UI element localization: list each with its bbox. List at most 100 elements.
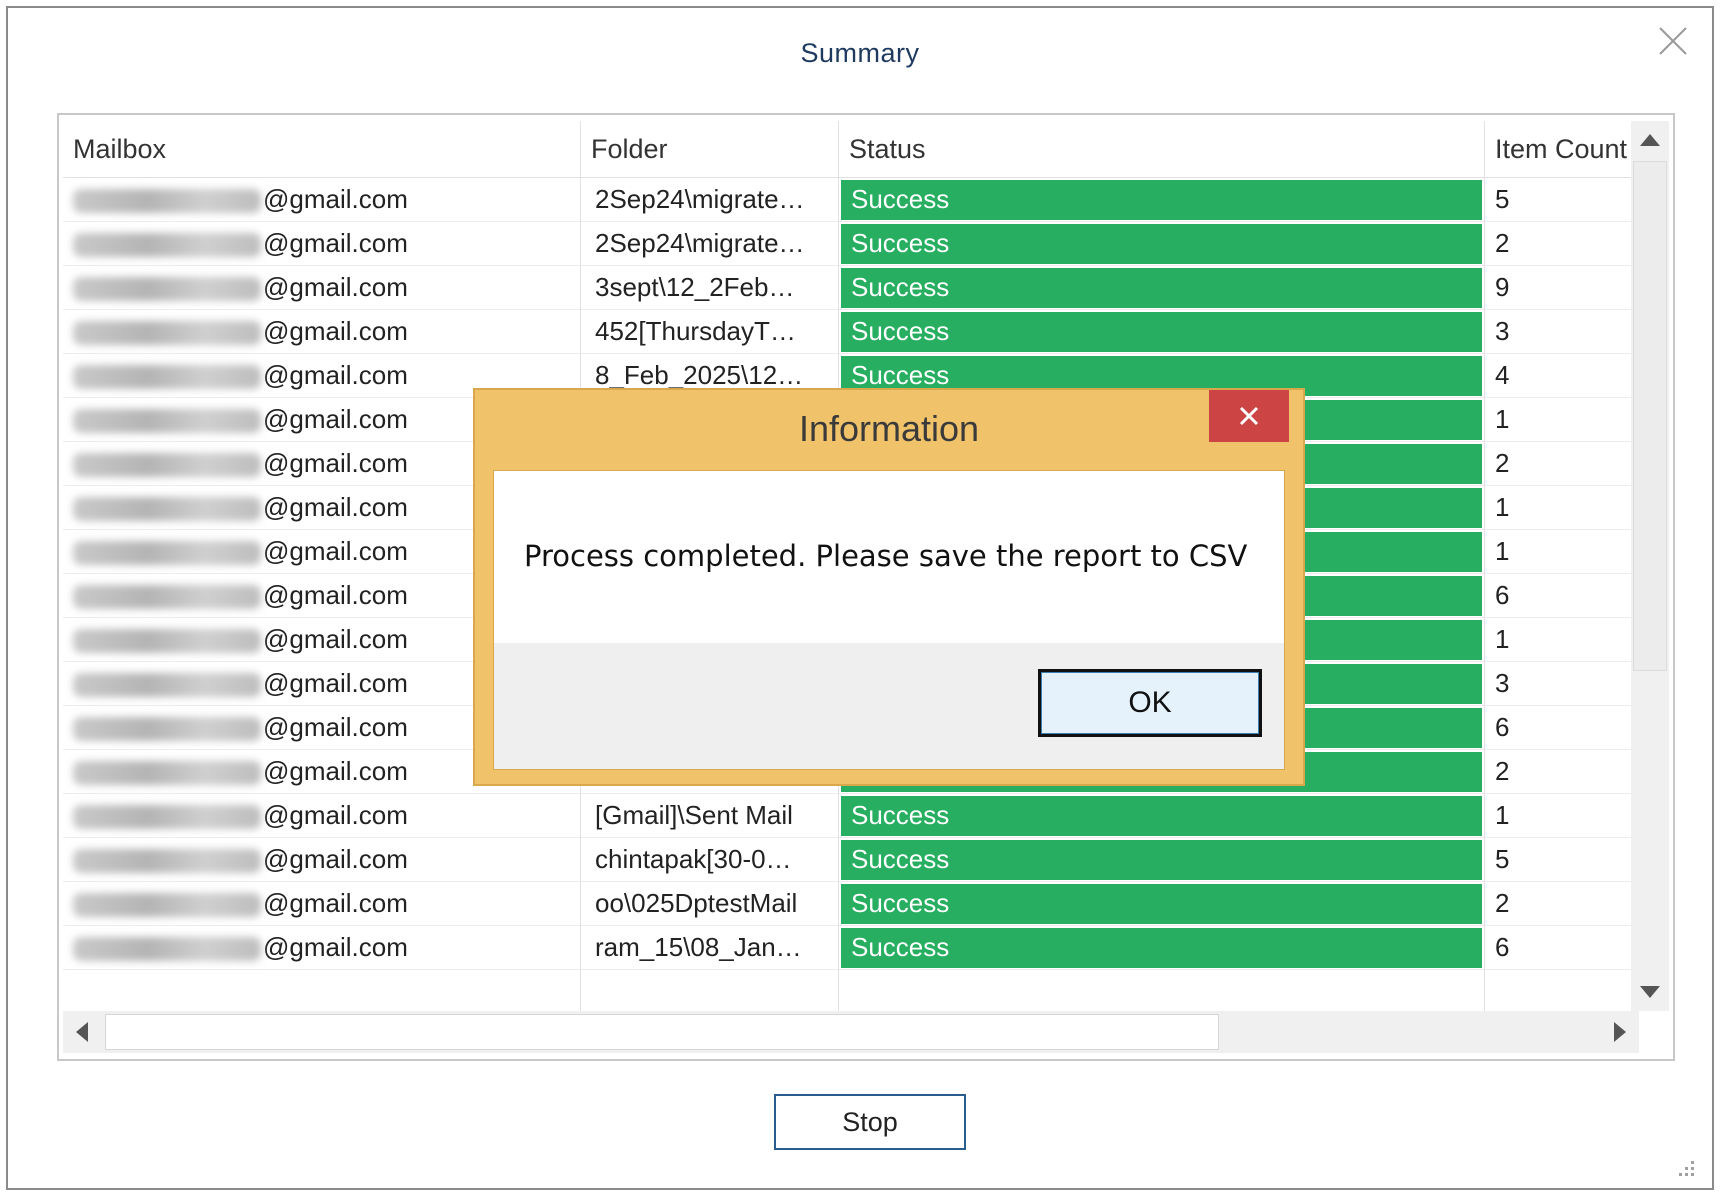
status-badge: Success xyxy=(841,840,1482,880)
item-count-cell: 1 xyxy=(1485,398,1639,442)
table-row[interactable]: @gmail.com oo\025DptestMail Success 2 xyxy=(63,882,1639,926)
item-count-cell: 6 xyxy=(1485,926,1639,970)
column-header-item-count[interactable]: Item Count xyxy=(1485,121,1639,177)
redacted-username xyxy=(73,233,261,258)
vertical-scrollbar[interactable] xyxy=(1631,121,1669,1011)
item-count-cell: 2 xyxy=(1485,222,1639,266)
mailbox-domain: @gmail.com xyxy=(263,272,408,302)
empty-cell xyxy=(581,970,839,1014)
redacted-username xyxy=(73,893,261,918)
close-icon xyxy=(1659,27,1687,55)
resize-grip[interactable] xyxy=(1676,1158,1696,1178)
column-header-folder[interactable]: Folder xyxy=(581,121,839,177)
scroll-up-button[interactable] xyxy=(1631,121,1669,159)
horizontal-scrollbar[interactable] xyxy=(63,1011,1639,1053)
mailbox-domain: @gmail.com xyxy=(263,844,408,874)
status-badge: Success xyxy=(841,224,1482,264)
window-title: Summary xyxy=(800,38,920,68)
folder-cell: chintapak[30-0… xyxy=(581,838,839,882)
stop-button[interactable]: Stop xyxy=(774,1094,966,1150)
redacted-username xyxy=(73,497,261,522)
redacted-username xyxy=(73,321,261,346)
item-count-cell: 1 xyxy=(1485,486,1639,530)
redacted-username xyxy=(73,189,261,214)
status-cell: Success xyxy=(839,178,1485,222)
mailbox-cell: @gmail.com xyxy=(63,794,581,838)
vertical-scroll-thumb[interactable] xyxy=(1633,161,1667,671)
redacted-username xyxy=(73,673,261,698)
item-count-cell: 1 xyxy=(1485,530,1639,574)
redacted-username xyxy=(73,937,261,962)
mailbox-domain: @gmail.com xyxy=(263,536,408,566)
item-count-cell: 9 xyxy=(1485,266,1639,310)
mailbox-domain: @gmail.com xyxy=(263,800,408,830)
arrow-left-icon xyxy=(76,1022,88,1042)
empty-row xyxy=(63,970,1639,1014)
item-count-cell: 3 xyxy=(1485,662,1639,706)
table-row[interactable]: @gmail.com 2Sep24\migrate… Success 5 xyxy=(63,178,1639,222)
grid-header: Mailbox Folder Status Item Count xyxy=(63,121,1639,178)
table-row[interactable]: @gmail.com chintapak[30-0… Success 5 xyxy=(63,838,1639,882)
redacted-username xyxy=(73,761,261,786)
folder-cell: oo\025DptestMail xyxy=(581,882,839,926)
empty-cell xyxy=(63,970,581,1014)
scroll-right-button[interactable] xyxy=(1601,1011,1639,1053)
redacted-username xyxy=(73,409,261,434)
dialog-title: Information xyxy=(798,408,980,449)
status-cell: Success xyxy=(839,926,1485,970)
item-count-cell: 3 xyxy=(1485,310,1639,354)
table-row[interactable]: @gmail.com 3sept\12_2Feb… Success 9 xyxy=(63,266,1639,310)
item-count-cell: 4 xyxy=(1485,354,1639,398)
scroll-left-button[interactable] xyxy=(63,1011,101,1053)
mailbox-domain: @gmail.com xyxy=(263,228,408,258)
mailbox-cell: @gmail.com xyxy=(63,882,581,926)
mailbox-domain: @gmail.com xyxy=(263,668,408,698)
table-row[interactable]: @gmail.com 2Sep24\migrate… Success 2 xyxy=(63,222,1639,266)
folder-cell: 2Sep24\migrate… xyxy=(581,222,839,266)
status-cell: Success xyxy=(839,266,1485,310)
status-cell: Success xyxy=(839,222,1485,266)
item-count-cell: 2 xyxy=(1485,750,1639,794)
ok-button[interactable]: OK xyxy=(1038,669,1262,737)
mailbox-domain: @gmail.com xyxy=(263,448,408,478)
status-badge: Success xyxy=(841,796,1482,836)
mailbox-domain: @gmail.com xyxy=(263,404,408,434)
close-icon xyxy=(1239,406,1259,426)
mailbox-domain: @gmail.com xyxy=(263,888,408,918)
redacted-username xyxy=(73,453,261,478)
scroll-down-button[interactable] xyxy=(1631,973,1669,1011)
item-count-cell: 2 xyxy=(1485,882,1639,926)
folder-cell: ram_15\08_Jan… xyxy=(581,926,839,970)
mailbox-cell: @gmail.com xyxy=(63,926,581,970)
mailbox-domain: @gmail.com xyxy=(263,316,408,346)
column-header-status[interactable]: Status xyxy=(839,121,1485,177)
column-header-mailbox[interactable]: Mailbox xyxy=(63,121,581,177)
horizontal-scroll-thumb[interactable] xyxy=(105,1014,1219,1050)
redacted-username xyxy=(73,629,261,654)
mailbox-cell: @gmail.com xyxy=(63,266,581,310)
arrow-down-icon xyxy=(1640,986,1660,998)
redacted-username xyxy=(73,541,261,566)
table-row[interactable]: @gmail.com [Gmail]\Sent Mail Success 1 xyxy=(63,794,1639,838)
folder-cell: 452[ThursdayT… xyxy=(581,310,839,354)
redacted-username xyxy=(73,365,261,390)
status-cell: Success xyxy=(839,882,1485,926)
window-close-button[interactable] xyxy=(1656,24,1690,58)
status-badge: Success xyxy=(841,268,1482,308)
table-row[interactable]: @gmail.com ram_15\08_Jan… Success 6 xyxy=(63,926,1639,970)
folder-cell: [Gmail]\Sent Mail xyxy=(581,794,839,838)
mailbox-domain: @gmail.com xyxy=(263,184,408,214)
table-row[interactable]: @gmail.com 452[ThursdayT… Success 3 xyxy=(63,310,1639,354)
mailbox-domain: @gmail.com xyxy=(263,360,408,390)
mailbox-domain: @gmail.com xyxy=(263,756,408,786)
dialog-body: Process completed. Please save the repor… xyxy=(493,470,1285,770)
arrow-up-icon xyxy=(1640,134,1660,146)
resize-grip-icon xyxy=(1679,1161,1694,1176)
status-badge: Success xyxy=(841,928,1482,968)
item-count-cell: 6 xyxy=(1485,706,1639,750)
redacted-username xyxy=(73,585,261,610)
dialog-close-button[interactable] xyxy=(1209,390,1289,442)
status-cell: Success xyxy=(839,310,1485,354)
mailbox-domain: @gmail.com xyxy=(263,624,408,654)
item-count-cell: 1 xyxy=(1485,618,1639,662)
